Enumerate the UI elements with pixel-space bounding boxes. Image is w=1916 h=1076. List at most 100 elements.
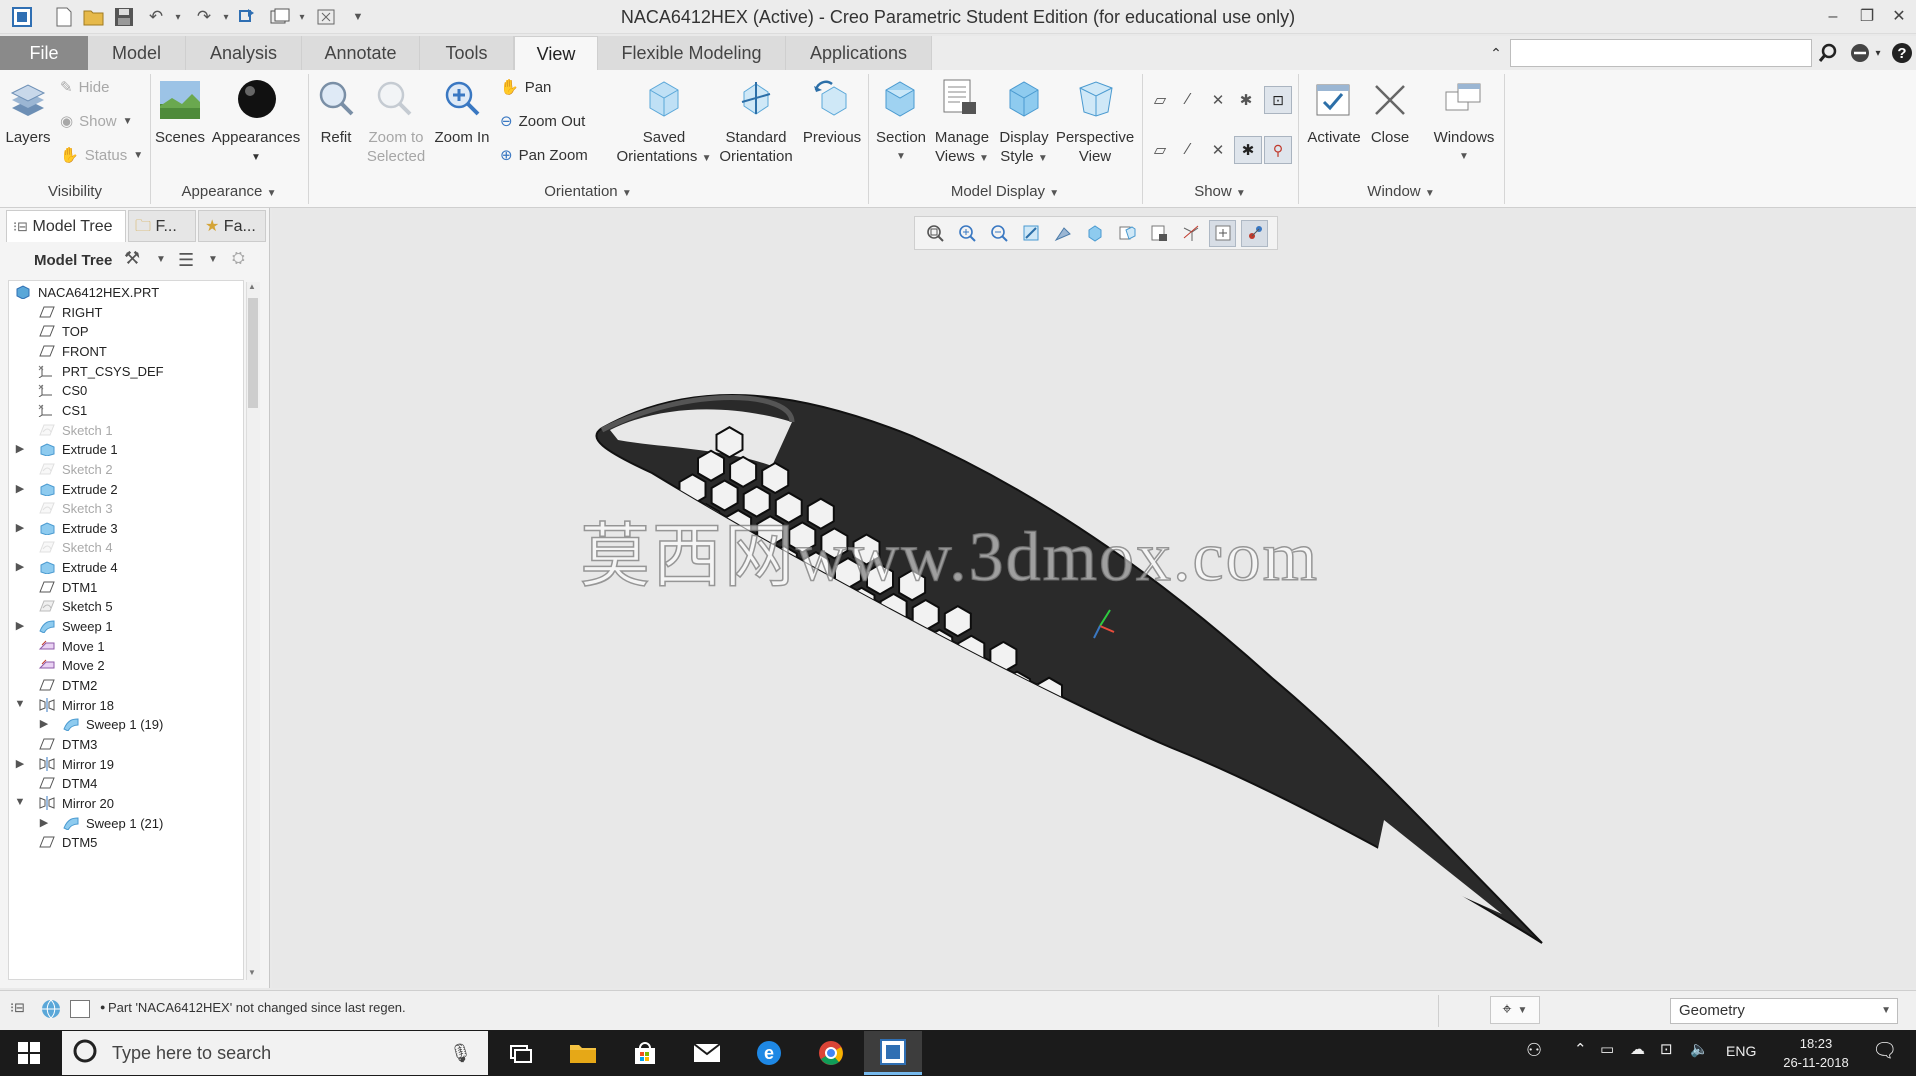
tree-item[interactable]: DTM3 — [38, 733, 97, 755]
microphone-icon[interactable]: 🎙 — [449, 1043, 472, 1064]
tab-model-tree[interactable]: ⁝⊟ Model Tree — [6, 210, 126, 242]
tree-expander-icon[interactable]: ▼ — [14, 796, 26, 808]
tab-analysis[interactable]: Analysis — [186, 36, 302, 70]
perspective-icon[interactable] — [1177, 220, 1204, 247]
layers-icon[interactable] — [6, 80, 50, 124]
repaint-icon[interactable] — [1017, 220, 1044, 247]
redo-icon[interactable]: ↷ — [192, 5, 216, 29]
selection-filter[interactable]: Geometry ▼ — [1670, 998, 1898, 1024]
windows-icon[interactable] — [268, 5, 292, 29]
axis-display-icon[interactable]: ⁄ — [1176, 88, 1200, 112]
regenerate-icon[interactable] — [236, 5, 260, 29]
axis-tag-display-icon[interactable]: ⁄ — [1176, 138, 1200, 162]
appearances-button[interactable]: Appearances — [210, 128, 302, 147]
tree-scrollbar-thumb[interactable] — [248, 298, 258, 408]
tree-item[interactable]: CS0 — [38, 379, 87, 401]
file-explorer-icon[interactable] — [554, 1031, 612, 1075]
point-display-icon[interactable]: ✕ — [1206, 88, 1230, 112]
app-icon[interactable] — [10, 5, 34, 29]
tree-item[interactable]: NACA6412HEX.PRT — [14, 281, 159, 303]
display-style-icon[interactable] — [1081, 220, 1108, 247]
annotation-display-icon[interactable]: ⚲ — [1264, 136, 1292, 164]
windows-button[interactable]: Windows ▼ — [1426, 128, 1502, 166]
perspective-view-icon[interactable] — [1074, 76, 1118, 120]
appearance-group-label[interactable]: Appearance ▼ — [150, 180, 308, 204]
tree-filter-icon[interactable]: ⛭ — [232, 250, 245, 268]
new-file-icon[interactable] — [52, 5, 76, 29]
close-window-icon[interactable] — [314, 5, 338, 29]
scroll-up-icon[interactable]: ▲ — [248, 282, 256, 291]
datum-display-filters-icon[interactable] — [1209, 219, 1236, 247]
tab-tools[interactable]: Tools — [420, 36, 514, 70]
tab-model[interactable]: Model — [88, 36, 186, 70]
tree-item[interactable]: DTM2 — [38, 674, 97, 696]
annotation-display-icon[interactable] — [1241, 219, 1268, 247]
onedrive-icon[interactable]: ☁ — [1630, 1040, 1645, 1058]
tree-item[interactable]: DTM4 — [38, 772, 97, 794]
tree-item[interactable]: TOP — [38, 320, 89, 342]
zoom-in-icon[interactable] — [953, 220, 980, 247]
scenes-button[interactable]: Scenes — [152, 128, 208, 147]
appearances-icon[interactable] — [234, 76, 280, 122]
tab-view[interactable]: View — [514, 36, 598, 70]
manage-views-icon[interactable] — [938, 76, 982, 120]
standard-orientation-button[interactable]: Standard Orientation — [712, 128, 800, 166]
open-folder-icon[interactable] — [82, 5, 106, 29]
window-group-label[interactable]: Window ▼ — [1298, 180, 1504, 204]
windows-dropdown-icon[interactable]: ▾ — [290, 5, 314, 29]
tree-item[interactable]: Sketch 3 — [38, 497, 113, 519]
zoom-to-selected-button[interactable]: Zoom to Selected — [360, 128, 432, 166]
find-button[interactable]: ⌖ ▼ — [1490, 996, 1540, 1024]
customize-toolbar-icon[interactable]: ▼ — [346, 5, 370, 29]
edge-browser-icon[interactable]: e — [740, 1031, 798, 1075]
saved-orientations-icon[interactable] — [642, 76, 686, 120]
people-icon[interactable]: ⚇ — [1526, 1040, 1542, 1061]
save-icon[interactable] — [112, 5, 136, 29]
search-icon[interactable] — [1814, 39, 1842, 67]
view-manager-icon[interactable] — [1145, 220, 1172, 247]
tree-expander-icon[interactable]: ▶ — [38, 717, 50, 730]
tree-item[interactable]: Mirror 20 — [38, 792, 114, 814]
zoom-in-button[interactable]: Zoom In — [432, 128, 492, 147]
tree-expander-icon[interactable]: ▶ — [14, 482, 26, 495]
show-group-label[interactable]: Show ▼ — [1142, 180, 1298, 204]
show-button[interactable]: ◉ Show ▼ — [60, 112, 133, 131]
close-icon[interactable] — [1368, 78, 1412, 122]
taskbar-search-box[interactable]: Type here to search 🎙 — [62, 1031, 488, 1075]
tab-annotate[interactable]: Annotate — [302, 36, 420, 70]
network-icon[interactable]: ⊡ — [1660, 1040, 1673, 1058]
undo-icon[interactable]: ↶ — [144, 5, 168, 29]
wireframe-icon[interactable] — [1049, 220, 1076, 247]
zoom-out-button[interactable]: ⊖ Zoom Out — [500, 112, 585, 131]
minimize-button[interactable]: – — [1816, 4, 1850, 30]
refit-icon[interactable] — [921, 220, 948, 247]
full-screen-icon[interactable] — [70, 1000, 90, 1018]
store-icon[interactable] — [616, 1031, 674, 1075]
tree-item[interactable]: CS1 — [38, 399, 87, 421]
search-input[interactable] — [1510, 39, 1812, 67]
scenes-icon[interactable] — [158, 78, 202, 122]
tab-applications[interactable]: Applications — [786, 36, 932, 70]
tree-expander-icon[interactable]: ▶ — [14, 757, 26, 770]
tree-expander-icon[interactable]: ▶ — [14, 442, 26, 455]
close-button[interactable]: ✕ — [1882, 4, 1916, 30]
csys-display-icon[interactable]: ✱ — [1234, 88, 1258, 112]
manage-views-button[interactable]: Manage Views ▼ — [930, 128, 994, 168]
tab-folder-browser[interactable]: 🗀 F... — [128, 210, 196, 242]
show-columns-icon[interactable]: ☰ — [178, 250, 194, 271]
tree-item[interactable]: Sketch 5 — [38, 595, 113, 617]
orientation-group-label[interactable]: Orientation ▼ — [308, 180, 868, 204]
status-button[interactable]: ✋ Status ▼ — [60, 146, 143, 165]
previous-button[interactable]: Previous — [800, 128, 864, 147]
clock[interactable]: 18:23 26-11-2018 — [1770, 1034, 1862, 1072]
tree-item[interactable]: Move 2 — [38, 654, 105, 676]
perspective-view-button[interactable]: Perspective View — [1054, 128, 1136, 166]
creo-taskbar-icon[interactable] — [864, 1031, 922, 1075]
section-icon[interactable] — [878, 76, 922, 120]
tab-favorites[interactable]: ★ Fa... — [198, 210, 266, 242]
tree-item[interactable]: Sketch 2 — [38, 458, 113, 480]
show-columns-dropdown-icon[interactable]: ▼ — [208, 254, 218, 265]
zoom-to-selected-icon[interactable] — [372, 76, 416, 120]
restore-button[interactable]: ❐ — [1850, 4, 1884, 30]
refit-button[interactable]: Refit — [310, 128, 362, 147]
